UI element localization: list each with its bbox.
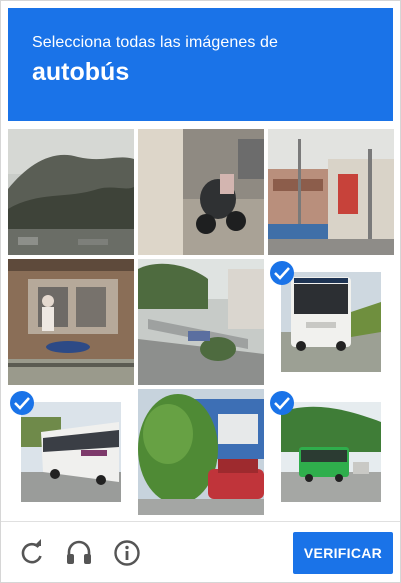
image-tile-7[interactable] [8,389,134,515]
image-tile-9[interactable] [268,389,394,515]
info-icon[interactable] [112,538,142,568]
target-object-label: autobús [32,58,130,86]
tile-image [138,129,264,255]
verify-button[interactable]: VERIFICAR [293,532,393,574]
instruction-header: Selecciona todas las imágenes de autobús [8,8,393,121]
selected-check-icon [270,261,294,285]
tile-image [281,272,381,372]
image-tile-5[interactable] [138,259,264,385]
image-tile-3[interactable] [268,129,394,255]
image-tile-2[interactable] [138,129,264,255]
tile-image [138,389,264,515]
reload-icon[interactable] [17,538,47,568]
image-tile-8[interactable] [138,389,264,515]
selected-check-icon [270,391,294,415]
image-tile-4[interactable] [8,259,134,385]
instruction-text: Selecciona todas las imágenes de [32,34,279,51]
footer-divider [1,521,400,522]
tile-image [8,129,134,255]
tile-image [21,402,121,502]
tile-image [268,129,394,255]
tile-image [281,402,381,502]
image-tile-6[interactable] [268,259,394,385]
selected-check-icon [10,391,34,415]
captcha-frame: Selecciona todas las imágenes de autobús [0,0,401,583]
image-tile-1[interactable] [8,129,134,255]
headphones-icon[interactable] [64,538,94,568]
image-grid [8,129,397,515]
tile-image [8,259,134,385]
tile-image [138,259,264,385]
